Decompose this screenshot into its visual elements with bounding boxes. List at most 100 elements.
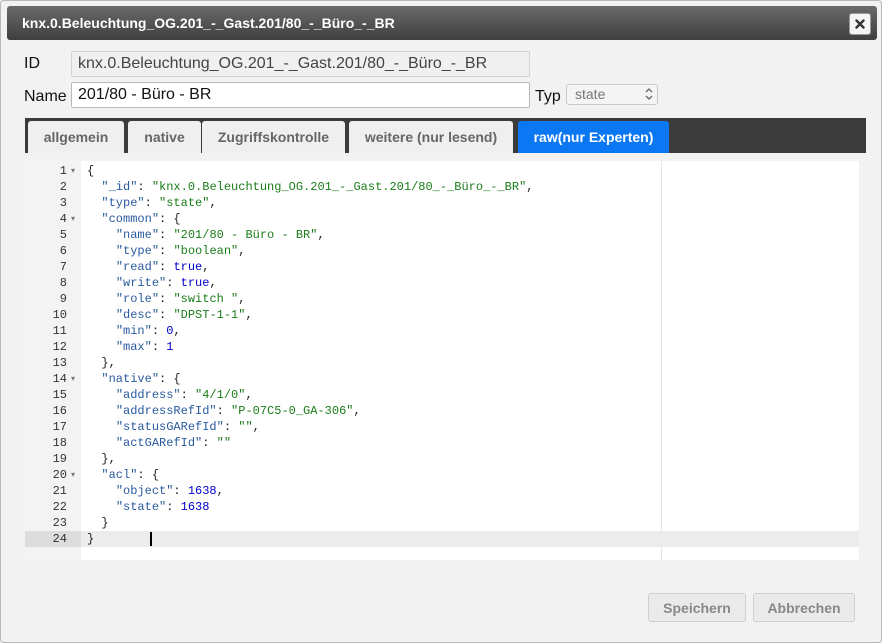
code-token: ,: [526, 180, 534, 194]
code-text: "_id": "knx.0.Beleuchtung_OG.201_-_Gast.…: [87, 179, 534, 195]
type-select[interactable]: state: [566, 84, 658, 105]
code-token: :: [159, 260, 174, 274]
code-text: "type": "boolean",: [87, 243, 246, 259]
code-token: "": [238, 420, 253, 434]
code-token: "min": [115, 324, 152, 338]
line-number: 10: [52, 308, 67, 322]
code-token: ,: [238, 292, 246, 306]
tab-raw[interactable]: raw(nur Experten): [518, 121, 669, 153]
name-input[interactable]: 201/80 - Büro - BR: [71, 82, 530, 108]
tab-native[interactable]: native: [128, 121, 201, 153]
save-button[interactable]: Speichern: [648, 593, 746, 622]
object-edit-dialog: knx.0.Beleuchtung_OG.201_-_Gast.201/80_-…: [0, 0, 882, 643]
close-button[interactable]: [849, 13, 871, 35]
line-number: 23: [52, 516, 67, 530]
code-token: },: [87, 356, 116, 370]
line-number: 13: [52, 356, 67, 370]
code-token: "201/80 - Büro - BR": [173, 228, 318, 242]
line-number: 19: [52, 452, 67, 466]
code-token: :: [159, 308, 174, 322]
code-token: :: [166, 500, 181, 514]
code-token: "desc": [115, 308, 160, 322]
code-token: "type": [115, 244, 160, 258]
code-token: ,: [209, 276, 217, 290]
fold-arrow-icon[interactable]: ▾: [71, 467, 79, 483]
code-token: :: [151, 324, 167, 338]
code-token: :: [180, 388, 196, 402]
code-text: "type": "state",: [87, 195, 216, 211]
code-token: : {: [137, 468, 160, 482]
code-token: }: [87, 532, 95, 546]
code-token: },: [87, 452, 116, 466]
code-token: 1638: [187, 484, 217, 498]
tab-zugriffskontrolle[interactable]: Zugriffskontrolle: [202, 121, 345, 153]
code-token: "acl": [101, 468, 138, 482]
code-line: "state": 1638: [81, 499, 859, 515]
code-line: "acl": {: [81, 467, 859, 483]
code-token: "state": [159, 196, 210, 210]
code-token: true: [180, 276, 210, 290]
code-text: "name": "201/80 - Büro - BR",: [87, 227, 325, 243]
line-number: 9: [59, 292, 67, 306]
line-number: 22: [52, 500, 67, 514]
code-text: "acl": {: [87, 467, 159, 483]
tab-weitere[interactable]: weitere (nur lesend): [349, 121, 513, 153]
code-token: "_id": [101, 180, 138, 194]
line-number: 15: [52, 388, 67, 402]
line-number: 5: [59, 228, 67, 242]
code-token: ,: [238, 244, 246, 258]
code-token: "DPST-1-1": [173, 308, 246, 322]
code-token: ,: [245, 388, 253, 402]
line-number: 11: [52, 324, 67, 338]
fold-arrow-icon[interactable]: ▾: [71, 163, 79, 179]
cancel-button[interactable]: Abbrechen: [753, 593, 855, 622]
code-token: "statusGARefId": [115, 420, 224, 434]
code-token: ,: [173, 324, 181, 338]
code-token: "common": [101, 212, 160, 226]
code-text: "statusGARefId": "",: [87, 419, 260, 435]
code-text: "state": 1638: [87, 499, 210, 515]
code-token: true: [173, 260, 203, 274]
code-line: "common": {: [81, 211, 859, 227]
json-editor[interactable]: 1 ▾ {2 "_id": "knx.0.Beleuchtung_OG.201_-_…: [25, 161, 859, 560]
code-token: :: [173, 484, 188, 498]
code-token: "role": [115, 292, 160, 306]
code-token: :: [159, 244, 174, 258]
fold-arrow-icon[interactable]: ▾: [71, 371, 79, 387]
code-token: "name": [115, 228, 160, 242]
code-token: "4/1/0": [195, 388, 246, 402]
code-text: "write": true,: [87, 275, 217, 291]
code-token: ,: [245, 308, 253, 322]
code-token: :: [151, 340, 167, 354]
code-line: "_id": "knx.0.Beleuchtung_OG.201_-_Gast.…: [81, 179, 859, 195]
code-token: ,: [216, 484, 224, 498]
code-line: "role": "switch ",: [81, 291, 859, 307]
code-text: "native": {: [87, 371, 180, 387]
code-text: },: [87, 355, 116, 371]
type-select-value: state: [575, 86, 606, 102]
code-text: }: [87, 515, 108, 531]
code-line: "addressRefId": "P-07C5-0_GA-306",: [81, 403, 859, 419]
code-line: "statusGARefId": "",: [81, 419, 859, 435]
close-icon: [855, 19, 865, 29]
code-line: "name": "201/80 - Büro - BR",: [81, 227, 859, 243]
tab-bar: allgemein native Zugriffskontrolle weite…: [25, 118, 866, 153]
line-number: 7: [59, 260, 67, 274]
code-token: :: [166, 276, 181, 290]
fold-arrow-icon[interactable]: ▾: [71, 211, 79, 227]
name-label: Name: [24, 88, 67, 105]
code-token: "native": [101, 372, 160, 386]
code-line: "read": true,: [81, 259, 859, 275]
tab-allgemein[interactable]: allgemein: [28, 121, 124, 153]
